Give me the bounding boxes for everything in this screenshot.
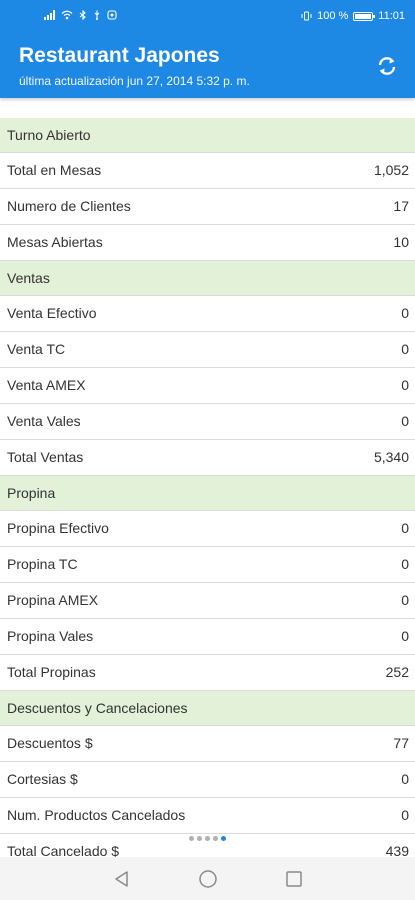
row-label: Propina AMEX: [7, 592, 99, 608]
status-icons-left: [44, 10, 117, 20]
list-item[interactable]: Num. Productos Cancelados 0: [0, 798, 415, 834]
page-dot[interactable]: [197, 836, 202, 841]
row-value: 0: [401, 520, 409, 536]
row-value: 77: [393, 735, 409, 751]
row-label: Venta Vales: [7, 413, 81, 429]
row-value: 1,052: [373, 162, 409, 178]
row-label: Cortesias $: [7, 771, 78, 787]
page-indicator: [0, 836, 415, 841]
row-value: 0: [401, 377, 409, 393]
row-value: 252: [385, 664, 409, 680]
section-header: Ventas: [0, 261, 415, 296]
app-header: Restaurant Japones última actualización …: [0, 34, 415, 98]
row-label: Total en Mesas: [7, 162, 102, 178]
usb-icon: [94, 10, 100, 20]
row-label: Propina Vales: [7, 628, 94, 644]
list-item[interactable]: Mesas Abiertas 10: [0, 225, 415, 261]
list-item[interactable]: Descuentos $ 77: [0, 726, 415, 762]
battery-percent: 100 %: [317, 10, 349, 22]
bluetooth-icon: [79, 10, 86, 20]
refresh-button[interactable]: [373, 52, 401, 80]
row-label: Total Propinas: [7, 664, 96, 680]
row-label: Propina Efectivo: [7, 520, 109, 536]
row-value: 0: [401, 592, 409, 608]
page-dot[interactable]: [221, 836, 226, 841]
section-header: Descuentos y Cancelaciones: [0, 691, 415, 726]
last-updated-subtitle: última actualización jun 27, 2014 5:32 p…: [19, 74, 250, 88]
signal-icon: [44, 10, 55, 20]
status-bar: 100 % 11:01: [0, 0, 415, 34]
row-value: 0: [401, 628, 409, 644]
list-item[interactable]: Venta Vales 0: [0, 404, 415, 440]
row-value: 5,340: [373, 449, 409, 465]
app-screen: 100 % 11:01 Restaurant Japones última ac…: [0, 0, 415, 900]
back-triangle-icon: [114, 870, 128, 887]
row-value: 0: [401, 413, 409, 429]
system-nav-bar: [0, 857, 415, 900]
recents-square-icon: [285, 870, 302, 887]
list-item[interactable]: Propina AMEX 0: [0, 583, 415, 619]
page-dot[interactable]: [213, 836, 218, 841]
row-label: Total Ventas: [7, 449, 84, 465]
row-value: 0: [401, 305, 409, 321]
row-value: 17: [393, 198, 409, 214]
list-item[interactable]: Venta Efectivo 0: [0, 296, 415, 332]
vibrate-icon: [301, 11, 312, 21]
home-button[interactable]: [195, 866, 221, 892]
row-value: 10: [393, 234, 409, 250]
row-value: 0: [401, 556, 409, 572]
section-header: Propina: [0, 476, 415, 511]
page-dot[interactable]: [205, 836, 210, 841]
row-value: 0: [401, 341, 409, 357]
clock: 11:01: [378, 10, 405, 22]
home-circle-icon: [198, 869, 217, 888]
list-item[interactable]: Propina TC 0: [0, 547, 415, 583]
list-item[interactable]: Venta TC 0: [0, 332, 415, 368]
wifi-icon: [61, 10, 73, 20]
row-label: Venta AMEX: [7, 377, 86, 393]
back-button[interactable]: [109, 866, 135, 892]
row-value: 0: [401, 771, 409, 787]
list-item[interactable]: Numero de Clientes 17: [0, 189, 415, 225]
list-item[interactable]: Cortesias $ 0: [0, 762, 415, 798]
list-item[interactable]: Total Propinas 252: [0, 655, 415, 691]
row-value: 0: [401, 807, 409, 823]
row-label: Numero de Clientes: [7, 198, 131, 214]
list-item[interactable]: Propina Efectivo 0: [0, 511, 415, 547]
notification-icon: [107, 10, 117, 20]
page-title: Restaurant Japones: [19, 44, 220, 67]
summary-list: Turno Abierto Total en Mesas 1,052 Numero d…: [0, 118, 415, 870]
recents-button[interactable]: [281, 866, 307, 892]
row-label: Venta TC: [7, 341, 66, 357]
refresh-icon: [378, 57, 396, 75]
row-label: Venta Efectivo: [7, 305, 97, 321]
row-label: Descuentos $: [7, 735, 93, 751]
row-label: Propina TC: [7, 556, 78, 572]
row-label: Num. Productos Cancelados: [7, 807, 186, 823]
list-item[interactable]: Total Ventas 5,340: [0, 440, 415, 476]
list-item[interactable]: Propina Vales 0: [0, 619, 415, 655]
status-icons-right: 100 % 11:01: [301, 10, 405, 22]
battery-icon: [353, 11, 376, 21]
battery-level: [355, 13, 372, 19]
page-dot[interactable]: [189, 836, 194, 841]
list-item[interactable]: Venta AMEX 0: [0, 368, 415, 404]
section-header: Turno Abierto: [0, 118, 415, 153]
list-item[interactable]: Total en Mesas 1,052: [0, 153, 415, 189]
row-label: Mesas Abiertas: [7, 234, 103, 250]
